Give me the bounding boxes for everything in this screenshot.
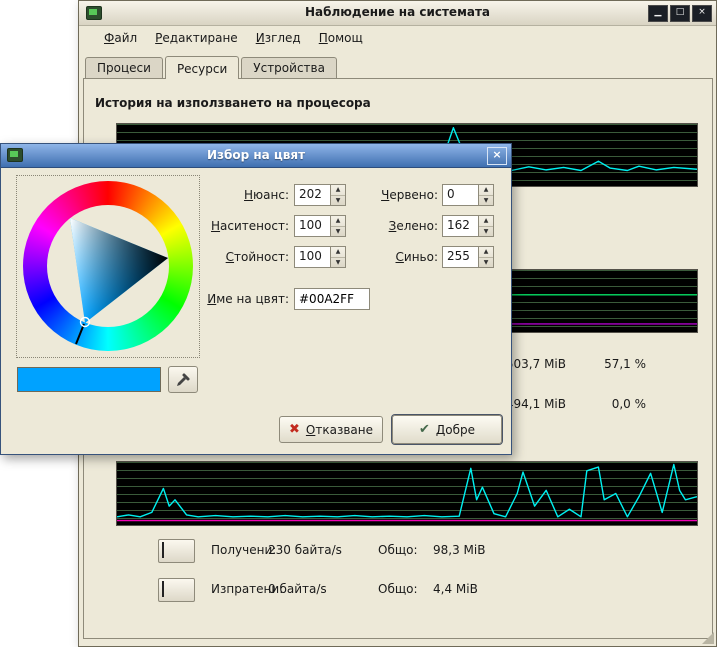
received-color-button[interactable] xyxy=(158,539,195,563)
eyedropper-button[interactable] xyxy=(168,366,198,393)
received-rate: 230 байта/s xyxy=(268,543,342,557)
red-value[interactable]: 0 xyxy=(443,185,478,205)
value-value[interactable]: 100 xyxy=(295,247,330,267)
green-label: Зелено: xyxy=(327,215,438,237)
sent-rate: 0 байта/s xyxy=(268,582,327,596)
menubar: Файл Редактиране Изглед Помощ xyxy=(81,28,714,49)
ok-check-icon: ✔ xyxy=(419,422,430,437)
network-history-chart xyxy=(116,461,698,526)
hsv-triangle[interactable] xyxy=(23,181,193,351)
swap-percent: 0,0 % xyxy=(586,397,646,411)
sent-color-swatch xyxy=(162,581,164,597)
blue-spin-arrows[interactable]: ▲▼ xyxy=(478,247,493,267)
received-total-label: Общо: xyxy=(378,543,418,557)
saturation-value[interactable]: 100 xyxy=(295,216,330,236)
tab-resources[interactable]: Ресурси xyxy=(165,56,239,79)
received-total: 98,3 MiB xyxy=(433,543,485,557)
ok-button[interactable]: ✔ Добре xyxy=(392,415,502,444)
green-spinbox[interactable]: 162 ▲▼ xyxy=(442,215,494,237)
red-label: Червено: xyxy=(327,184,438,206)
received-label: Получени: xyxy=(211,543,276,557)
tab-processes[interactable]: Процеси xyxy=(85,57,163,78)
hue-marker xyxy=(76,324,84,344)
received-legend-row: Получени: 230 байта/s Общо: 98,3 MiB xyxy=(116,539,698,565)
cancel-button[interactable]: ✖ Отказване xyxy=(279,416,383,443)
memory-percent: 57,1 % xyxy=(586,357,646,371)
cpu-section-title: История на използването на процесора xyxy=(95,96,371,110)
hue-label: Нюанс: xyxy=(171,184,289,206)
green-value[interactable]: 162 xyxy=(443,216,478,236)
maximize-icon[interactable]: □ xyxy=(670,5,690,22)
menu-edit[interactable]: Редактиране xyxy=(146,28,247,49)
hue-value[interactable]: 202 xyxy=(295,185,330,205)
desktop: Наблюдение на системата ▁ □ × Файл Редак… xyxy=(0,0,717,647)
menu-help[interactable]: Помощ xyxy=(310,28,372,49)
color-name-input[interactable] xyxy=(294,288,370,310)
value-label: Стойност: xyxy=(171,246,289,268)
menu-view[interactable]: Изглед xyxy=(247,28,310,49)
eyedropper-icon xyxy=(175,372,191,388)
menu-file[interactable]: Файл xyxy=(95,28,146,49)
tab-devices[interactable]: Устройства xyxy=(241,57,337,78)
dialog-titlebar[interactable]: Избор на цвят × xyxy=(1,144,511,168)
sent-total: 4,4 MiB xyxy=(433,582,478,596)
color-preview xyxy=(17,367,161,392)
blue-spinbox[interactable]: 255 ▲▼ xyxy=(442,246,494,268)
notebook-tabs: Процеси Ресурси Устройства xyxy=(85,54,339,78)
sent-total-label: Общо: xyxy=(378,582,418,596)
hue-ring[interactable] xyxy=(23,181,193,351)
green-spin-arrows[interactable]: ▲▼ xyxy=(478,216,493,236)
sent-color-button[interactable] xyxy=(158,578,195,602)
window-title: Наблюдение на системата xyxy=(79,5,716,19)
blue-label: Синьо: xyxy=(327,246,438,268)
received-color-swatch xyxy=(162,542,164,558)
ok-button-label: Добре xyxy=(436,423,475,437)
close-icon[interactable]: × xyxy=(692,5,712,22)
color-picker-dialog: Избор на цвят × xyxy=(0,143,512,455)
resize-grip[interactable] xyxy=(702,632,714,644)
dialog-close-icon[interactable]: × xyxy=(487,147,507,165)
blue-value[interactable]: 255 xyxy=(443,247,478,267)
red-spin-arrows[interactable]: ▲▼ xyxy=(478,185,493,205)
cancel-x-icon: ✖ xyxy=(289,422,300,437)
main-titlebar[interactable]: Наблюдение на системата ▁ □ × xyxy=(79,1,716,26)
dialog-title: Избор на цвят xyxy=(1,148,511,162)
cancel-button-label: Отказване xyxy=(306,423,373,437)
saturation-label: Наситеност: xyxy=(171,215,289,237)
minimize-icon[interactable]: ▁ xyxy=(648,5,668,22)
red-spinbox[interactable]: 0 ▲▼ xyxy=(442,184,494,206)
sent-legend-row: Изпратени: 0 байта/s Общо: 4,4 MiB xyxy=(116,578,698,604)
color-name-label: Име на цвят: xyxy=(151,288,289,310)
